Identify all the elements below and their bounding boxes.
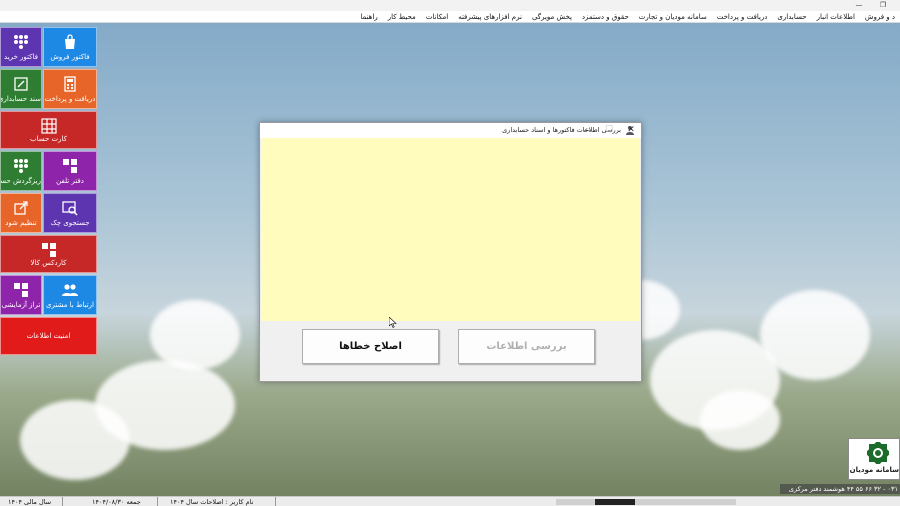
dialog-close-button[interactable]: ✕ — [620, 123, 642, 138]
mouse-cursor-icon — [389, 317, 397, 328]
moodian-logo[interactable]: سامانه مودیان — [848, 438, 900, 480]
status-fiscal-year: سال مالی ۱۴۰۴ — [8, 498, 52, 506]
tile-label: جستجوی چک — [50, 219, 90, 227]
status-progress-track — [556, 499, 736, 505]
status-progress-mark — [595, 499, 635, 505]
menu-sales[interactable]: د و فروش — [860, 13, 900, 21]
tile-trial-balance[interactable]: تراز آزمایشی — [0, 275, 42, 315]
tile-phonebook[interactable]: دفتر تلفن — [43, 151, 97, 191]
menu-help[interactable]: راهنما — [355, 13, 382, 21]
menu-accounting[interactable]: حسابداری — [772, 13, 811, 21]
tile-label: کارت حساب — [30, 135, 67, 143]
minimize-app-button[interactable]: — — [848, 0, 870, 11]
tile-label: دریافت و پرداخت — [44, 95, 96, 103]
grid-dots-icon — [14, 159, 28, 173]
moodian-emblem-icon — [867, 442, 889, 464]
shopping-bag-icon — [65, 34, 75, 49]
menu-moodian[interactable]: سامانه مودیان و تجارت — [634, 13, 712, 21]
calculator-icon — [64, 76, 76, 92]
edit-document-icon — [14, 77, 28, 91]
search-document-icon — [62, 201, 78, 216]
tile-label: دفتر تلفن — [56, 177, 84, 185]
squares-icon — [63, 159, 77, 173]
tile-accounting-doc[interactable]: سند حسابداری — [0, 69, 42, 109]
menu-workspace[interactable]: محیط کار — [383, 13, 421, 21]
dialog-titlebar: بررسی اطلاعات فاکتورها و اسناد حسابداری … — [260, 123, 641, 138]
users-icon — [62, 284, 78, 296]
tile-customer-relation[interactable]: ارتباط با مشتری — [43, 275, 97, 315]
office-phone-banner: ۰۳۱ - ۳۲ ۶۶ ۵۵ ۴۴ هوشمند دفتر مرکزی — [780, 484, 900, 494]
check-data-button[interactable]: بررسی اطلاعات — [458, 329, 595, 364]
tile-settlement[interactable]: تنظیم شود — [0, 193, 42, 233]
tile-sales-invoice[interactable]: فاکتور فروش — [43, 27, 97, 67]
main-menubar: د و فروش اطلاعات انبار حسابداری دریافت و… — [0, 11, 900, 23]
tile-cheque-search[interactable]: جستجوی چک — [43, 193, 97, 233]
external-link-icon — [14, 201, 28, 215]
squares-icon — [14, 283, 28, 297]
tile-label: تنظیم شود — [5, 219, 37, 227]
fix-errors-button[interactable]: اصلاح خطاها — [302, 329, 439, 364]
app-titlebar: — ❐ — [0, 0, 900, 11]
squares-icon — [41, 243, 56, 257]
grid-dots-icon — [14, 35, 28, 49]
tile-label: امنیت اطلاعات — [26, 332, 71, 340]
tile-receive-pay[interactable]: دریافت و پرداخت — [43, 69, 97, 109]
status-bar: سال مالی ۱۴۰۴ جمعه ۱۴۰۴/۰۸/۳۰ نام کاربر … — [0, 496, 900, 506]
tile-label: سند حسابداری — [0, 95, 41, 103]
restore-app-button[interactable]: ❐ — [872, 0, 894, 11]
tile-label: فاکتور فروش — [50, 53, 90, 61]
table-grid-icon — [40, 118, 57, 134]
results-panel — [261, 138, 640, 321]
tile-account-card[interactable]: کارت حساب — [0, 111, 97, 149]
tile-purchase-invoice[interactable]: فاکتور خرید — [0, 27, 42, 67]
menu-inventory[interactable]: اطلاعات انبار — [812, 13, 860, 21]
tile-ledger-detail[interactable]: ریزگردش حساب — [0, 151, 42, 191]
tile-data-security[interactable]: امنیت اطلاعات — [0, 317, 97, 355]
tile-label: ریزگردش حساب — [0, 177, 41, 185]
status-date: جمعه ۱۴۰۴/۰۸/۳۰ — [92, 498, 141, 506]
check-data-dialog: بررسی اطلاعات فاکتورها و اسناد حسابداری … — [259, 122, 642, 382]
menu-advanced-software[interactable]: نرم افزارهای پیشرفته — [453, 13, 527, 21]
tile-label: تراز آزمایشی — [1, 301, 41, 309]
tile-label: کاردکس کالا — [30, 259, 67, 267]
menu-receive-pay[interactable]: دریافت و پرداخت — [712, 13, 773, 21]
moodian-label: سامانه مودیان — [849, 466, 899, 474]
tile-item-cardex[interactable]: کاردکس کالا — [0, 235, 97, 273]
status-user: نام کاربر : اصلاحات سال ۱۴۰۴ — [170, 498, 254, 506]
menu-facilities[interactable]: امکانات — [421, 13, 453, 21]
tile-label: فاکتور خرید — [4, 53, 38, 61]
dialog-maximize-button[interactable]: ☐ — [598, 123, 620, 138]
dialog-minimize-button[interactable]: — — [576, 123, 598, 138]
menu-payroll[interactable]: حقوق و دستمزد — [577, 13, 634, 21]
tile-label: ارتباط با مشتری — [46, 301, 94, 309]
menu-distribution[interactable]: پخش مویرگی — [527, 13, 577, 21]
